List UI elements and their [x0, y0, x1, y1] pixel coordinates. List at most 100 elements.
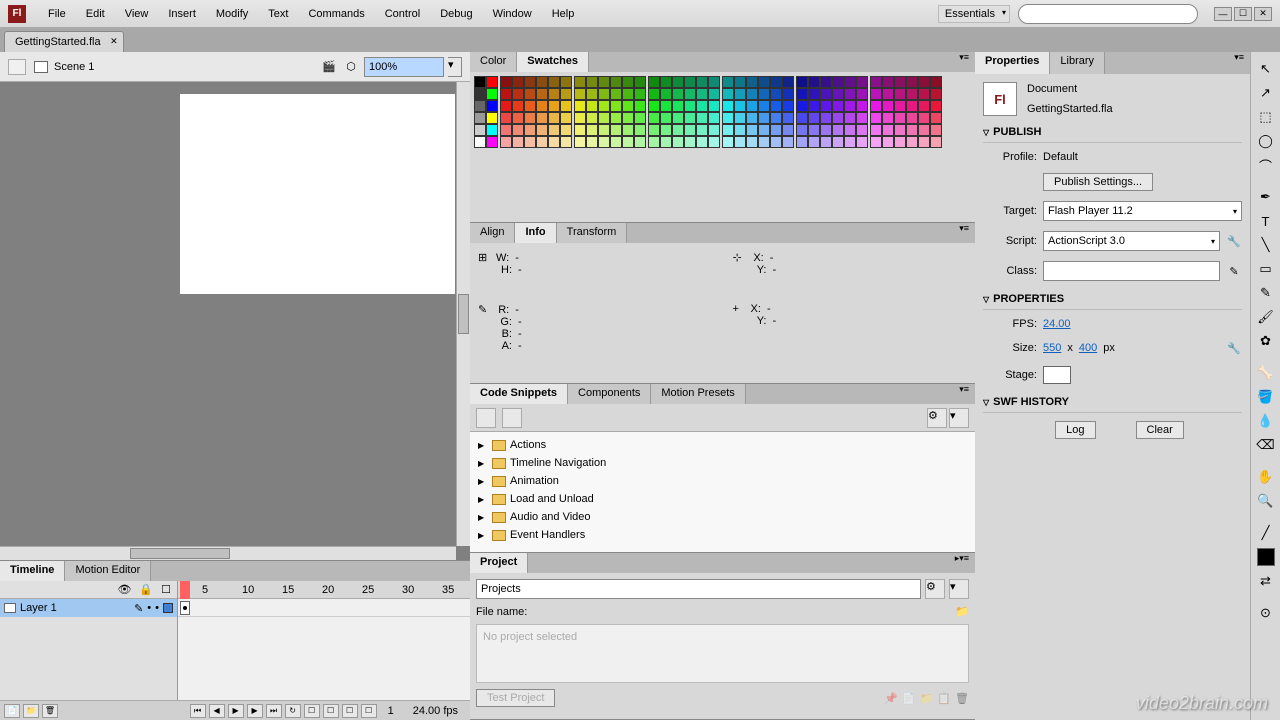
- color-swatch[interactable]: [844, 100, 856, 112]
- color-swatch[interactable]: [906, 100, 918, 112]
- snippet-folder[interactable]: ▶Timeline Navigation: [474, 454, 971, 472]
- section-swf-history[interactable]: ▽SWF HISTORY: [983, 392, 1242, 413]
- color-swatch[interactable]: [770, 124, 782, 136]
- tab-properties[interactable]: Properties: [975, 52, 1050, 74]
- color-swatch[interactable]: [660, 124, 672, 136]
- color-swatch[interactable]: [672, 136, 684, 148]
- color-swatch[interactable]: [808, 112, 820, 124]
- color-swatch[interactable]: [684, 76, 696, 88]
- color-swatch[interactable]: [722, 88, 734, 100]
- snippet-folder[interactable]: ▶Audio and Video: [474, 508, 971, 526]
- color-swatch[interactable]: [634, 88, 646, 100]
- color-swatch[interactable]: [746, 136, 758, 148]
- color-swatch[interactable]: [808, 136, 820, 148]
- color-swatch[interactable]: [844, 124, 856, 136]
- color-swatch[interactable]: [684, 136, 696, 148]
- color-swatch[interactable]: [708, 88, 720, 100]
- color-swatch[interactable]: [696, 76, 708, 88]
- color-swatch[interactable]: [672, 112, 684, 124]
- step-back-button[interactable]: ◀: [209, 704, 225, 718]
- color-swatch[interactable]: [918, 124, 930, 136]
- swap-colors[interactable]: ⇄: [1255, 570, 1277, 592]
- menu-debug[interactable]: Debug: [430, 4, 482, 24]
- line-tool[interactable]: ╲: [1255, 234, 1277, 256]
- section-properties[interactable]: ▽PROPERTIES: [983, 289, 1242, 310]
- tab-color[interactable]: Color: [470, 52, 517, 72]
- clear-button[interactable]: Clear: [1136, 421, 1184, 439]
- copy-clipboard-button[interactable]: [502, 408, 522, 428]
- color-swatch[interactable]: [548, 76, 560, 88]
- color-swatch[interactable]: [524, 136, 536, 148]
- color-swatch[interactable]: [610, 136, 622, 148]
- project-selector[interactable]: Projects: [476, 579, 921, 599]
- color-swatch[interactable]: [622, 124, 634, 136]
- eraser-tool[interactable]: ⌫: [1255, 434, 1277, 456]
- color-swatch[interactable]: [586, 76, 598, 88]
- color-swatch[interactable]: [844, 76, 856, 88]
- color-swatch[interactable]: [708, 136, 720, 148]
- snippet-folder[interactable]: ▶Load and Unload: [474, 490, 971, 508]
- color-swatch[interactable]: [930, 112, 942, 124]
- color-swatch[interactable]: [610, 88, 622, 100]
- color-swatch[interactable]: [918, 100, 930, 112]
- color-swatch[interactable]: [634, 76, 646, 88]
- color-swatch[interactable]: [758, 100, 770, 112]
- color-swatch[interactable]: [474, 76, 486, 88]
- color-swatch[interactable]: [796, 124, 808, 136]
- color-swatch[interactable]: [820, 136, 832, 148]
- color-swatch[interactable]: [536, 112, 548, 124]
- color-swatch[interactable]: [548, 88, 560, 100]
- color-swatch[interactable]: [894, 76, 906, 88]
- color-swatch[interactable]: [598, 88, 610, 100]
- color-swatch[interactable]: [758, 112, 770, 124]
- color-swatch[interactable]: [820, 124, 832, 136]
- script-select[interactable]: ActionScript 3.0: [1043, 231, 1220, 251]
- color-swatch[interactable]: [524, 112, 536, 124]
- snippet-folder[interactable]: ▶Actions: [474, 436, 971, 454]
- color-swatch[interactable]: [536, 136, 548, 148]
- color-swatch[interactable]: [696, 136, 708, 148]
- color-swatch[interactable]: [486, 100, 498, 112]
- color-swatch[interactable]: [610, 124, 622, 136]
- color-swatch[interactable]: [586, 136, 598, 148]
- color-swatch[interactable]: [536, 88, 548, 100]
- color-swatch[interactable]: [832, 76, 844, 88]
- color-swatch[interactable]: [796, 88, 808, 100]
- color-swatch[interactable]: [906, 136, 918, 148]
- color-swatch[interactable]: [796, 136, 808, 148]
- color-swatch[interactable]: [770, 76, 782, 88]
- color-swatch[interactable]: [512, 136, 524, 148]
- color-swatch[interactable]: [622, 88, 634, 100]
- scene-back-button[interactable]: [8, 59, 26, 75]
- color-swatch[interactable]: [486, 124, 498, 136]
- color-swatch[interactable]: [844, 88, 856, 100]
- color-swatch[interactable]: [734, 100, 746, 112]
- color-swatch[interactable]: [708, 124, 720, 136]
- color-swatch[interactable]: [746, 124, 758, 136]
- color-swatch[interactable]: [856, 112, 868, 124]
- color-swatch[interactable]: [782, 88, 794, 100]
- color-swatch[interactable]: [770, 88, 782, 100]
- color-swatch[interactable]: [930, 88, 942, 100]
- menu-file[interactable]: File: [38, 4, 76, 24]
- color-swatch[interactable]: [870, 124, 882, 136]
- paint-bucket-tool[interactable]: 🪣: [1255, 386, 1277, 408]
- color-swatch[interactable]: [746, 88, 758, 100]
- maximize-button[interactable]: ☐: [1234, 7, 1252, 21]
- playhead[interactable]: [180, 581, 190, 599]
- color-swatch[interactable]: [660, 112, 672, 124]
- color-swatch[interactable]: [672, 124, 684, 136]
- project-dropdown-icon[interactable]: ▾: [949, 579, 969, 599]
- color-swatch[interactable]: [586, 112, 598, 124]
- color-swatch[interactable]: [560, 76, 572, 88]
- add-to-frame-button[interactable]: [476, 408, 496, 428]
- color-swatch[interactable]: [524, 88, 536, 100]
- color-swatch[interactable]: [500, 136, 512, 148]
- color-swatch[interactable]: [930, 76, 942, 88]
- color-swatch[interactable]: [808, 88, 820, 100]
- eyedropper-tool[interactable]: 💧: [1255, 410, 1277, 432]
- color-swatch[interactable]: [708, 112, 720, 124]
- color-swatch[interactable]: [574, 124, 586, 136]
- color-swatch[interactable]: [894, 124, 906, 136]
- stage-canvas[interactable]: [180, 94, 455, 294]
